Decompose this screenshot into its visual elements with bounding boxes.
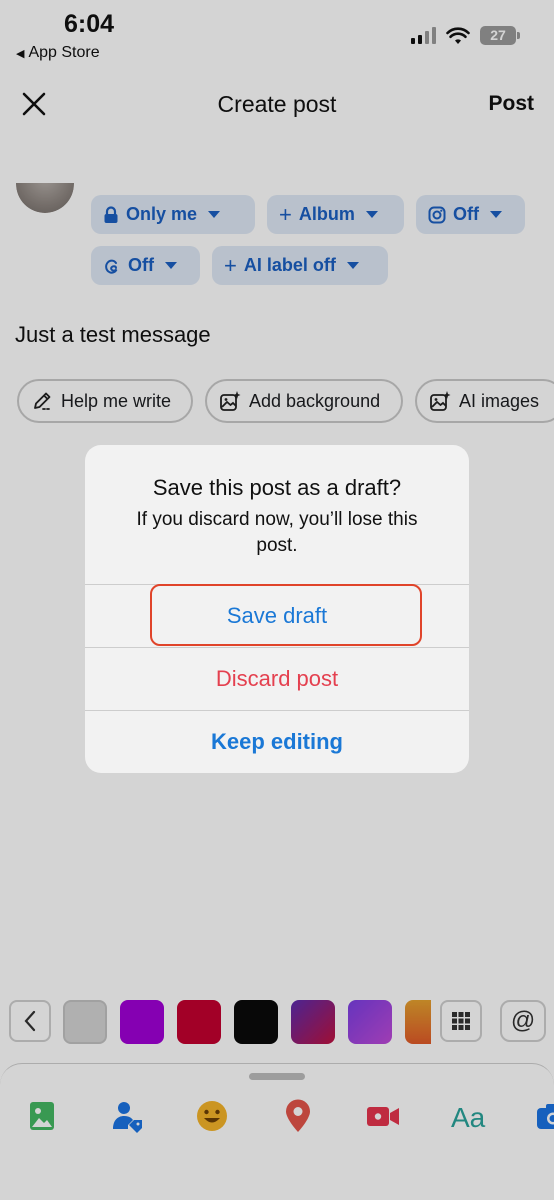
dialog-title: Save this post as a draft? <box>152 475 402 500</box>
dialog-message: If you discard now, you’ll lose this pos… <box>136 509 418 556</box>
discard-post-button[interactable]: Discard post <box>85 648 469 710</box>
save-draft-highlight <box>150 584 422 646</box>
keep-editing-button[interactable]: Keep editing <box>85 711 469 773</box>
save-draft-dialog: Save this post as a draft? If you discar… <box>85 445 469 773</box>
